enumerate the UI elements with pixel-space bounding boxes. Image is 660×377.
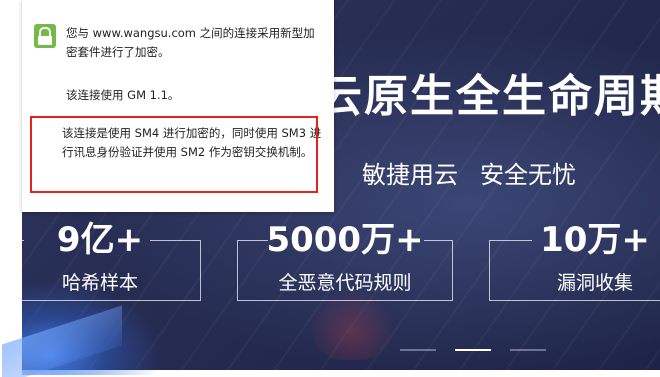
stat-label-vulns: 漏洞收集: [556, 272, 633, 294]
stat-label-rules: 全恶意代码规则: [278, 272, 412, 294]
screenshot-stage: 云原生全生命周期 敏捷用云 安全无忧 9亿+ 哈希样本 5000万+ 全恶意代码规…: [0, 0, 660, 377]
stat-card-vulns: 10万+ 漏洞收集: [489, 220, 660, 301]
lock-icon: [34, 24, 56, 48]
popup-encryption-text: 您与 www.wangsu.com 之间的连接采用新型加密套件进行了加密。: [66, 26, 315, 59]
hero-subline-left: 敏捷用云: [362, 161, 458, 189]
carousel-dot[interactable]: [510, 349, 546, 351]
popup-protocol-text: 该连接使用 GM 1.1。: [66, 88, 180, 102]
stat-label-samples: 哈希样本: [61, 272, 138, 294]
stat-number-rules: 5000万+: [266, 220, 424, 260]
carousel-dot[interactable]: [400, 349, 436, 351]
stat-card-rules: 5000万+ 全恶意代码规则: [237, 220, 453, 301]
hero-headline: 云原生全生命周期: [318, 71, 660, 122]
stat-number-vulns: 10万+: [540, 220, 650, 260]
hero-subline: 敏捷用云 安全无忧: [362, 155, 576, 190]
stat-card-samples: 9亿+ 哈希样本: [0, 220, 201, 301]
hero-subline-right: 安全无忧: [480, 161, 576, 189]
stat-number-samples: 9亿+: [56, 220, 144, 260]
carousel-dot-active[interactable]: [455, 349, 491, 351]
highlight-box: [30, 116, 318, 193]
